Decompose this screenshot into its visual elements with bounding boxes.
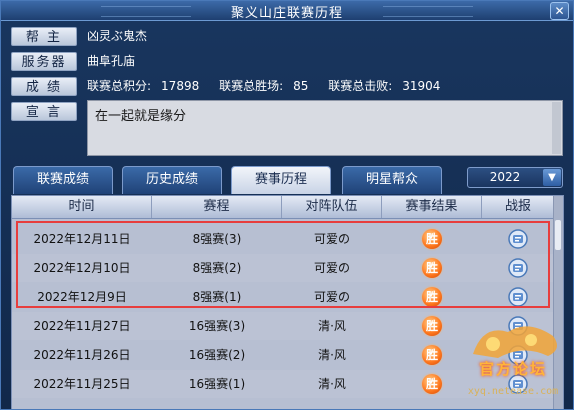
cell-time: 2022年12月11日 (33, 232, 131, 246)
cell-time: 2022年12月9日 (37, 290, 127, 304)
header-report: 战报 (504, 199, 531, 214)
cell-round: 16强赛(1) (188, 377, 246, 391)
win-badge: 胜 (422, 345, 442, 365)
cell-opponent: 清·风 (318, 319, 346, 333)
header-opponent: 对阵队伍 (282, 196, 382, 218)
cell-report (482, 341, 554, 369)
cell-time: 2022年11月25日 (33, 377, 131, 391)
win-badge: 胜 (422, 316, 442, 336)
table-scrollbar[interactable] (553, 196, 563, 409)
leader-label: 帮 主 (11, 27, 77, 46)
table-header: 时间 赛程 对阵队伍 赛事结果 战报 (12, 196, 554, 219)
server-label: 服务器 (11, 52, 77, 71)
year-select[interactable]: 2022 ▼ (467, 167, 563, 188)
win-badge: 胜 (422, 229, 442, 249)
server-value: 曲阜孔庙 (87, 54, 136, 68)
cell-report (482, 312, 554, 340)
declaration-text: 在一起就是缘分 (95, 109, 187, 124)
total-points-label: 联赛总积分: (87, 79, 152, 93)
cell-result: 胜 (382, 254, 482, 282)
cell-time: 2022年11月26日 (33, 348, 131, 362)
table-scrollbar-thumb[interactable] (555, 220, 561, 250)
tab-star-members[interactable]: 明星帮众 (342, 166, 442, 194)
cell-opponent: 可爱の (313, 290, 350, 304)
cell-time: 2022年11月27日 (33, 319, 131, 333)
table-row[interactable]: 2022年12月9日 8强赛(1) 可爱の 胜 (12, 283, 554, 311)
declaration-box: 在一起就是缘分 (87, 100, 563, 156)
total-kills-value: 31904 (402, 79, 441, 93)
battle-report-icon[interactable] (508, 287, 528, 307)
battle-report-icon[interactable] (508, 229, 528, 249)
chevron-down-icon[interactable]: ▼ (543, 169, 561, 186)
total-wins-value: 85 (293, 79, 309, 93)
cell-round: 16强赛(2) (188, 348, 246, 362)
cell-round: 8强赛(2) (192, 261, 242, 275)
cell-round: 16强赛(3) (188, 319, 246, 333)
table-row[interactable]: 2022年11月26日 16强赛(2) 清·风 胜 (12, 341, 554, 369)
tab-history-results[interactable]: 历史成绩 (122, 166, 222, 194)
cell-report (482, 283, 554, 311)
cell-opponent: 可爱の (313, 261, 350, 275)
cell-opponent: 可爱の (313, 232, 350, 246)
cell-time: 2022年12月10日 (33, 261, 131, 275)
cell-result: 胜 (382, 341, 482, 369)
win-badge: 胜 (422, 374, 442, 394)
total-points-value: 17898 (161, 79, 200, 93)
close-icon: ✕ (554, 4, 565, 18)
tab-match-history[interactable]: 赛事历程 (231, 166, 331, 194)
score-line: 联赛总积分: 17898 联赛总胜场: 85 联赛总击败: 31904 (87, 77, 450, 96)
battle-report-icon[interactable] (508, 345, 528, 365)
total-kills-label: 联赛总击败: (328, 79, 393, 93)
cell-round: 8强赛(1) (192, 290, 242, 304)
table-row[interactable]: 2022年12月11日 8强赛(3) 可爱の 胜 (12, 225, 554, 253)
table-row[interactable]: 2022年11月25日 16强赛(1) 清·风 胜 (12, 370, 554, 398)
declaration-label: 宣 言 (11, 102, 77, 121)
cell-result: 胜 (382, 225, 482, 253)
table-row[interactable]: 2022年11月27日 16强赛(3) 清·风 胜 (12, 312, 554, 340)
match-table: 时间 赛程 对阵队伍 赛事结果 战报 2022年12月11日 8强赛(3) 可爱の胜… (11, 195, 564, 409)
cell-report (482, 254, 554, 282)
battle-report-icon[interactable] (508, 258, 528, 278)
window-title: 聚义山庄联赛历程 (230, 6, 343, 21)
cell-result: 胜 (382, 283, 482, 311)
header-result: 赛事结果 (382, 196, 482, 218)
cell-result: 胜 (382, 312, 482, 340)
close-button[interactable]: ✕ (550, 2, 569, 20)
cell-round: 8强赛(3) (192, 232, 242, 246)
cell-result: 胜 (382, 370, 482, 398)
score-label: 成 绩 (11, 77, 77, 96)
title-bar: 聚义山庄联赛历程 ✕ (1, 1, 573, 21)
header-time: 时间 (12, 196, 152, 218)
win-badge: 胜 (422, 287, 442, 307)
table-row[interactable]: 2022年12月10日 8强赛(2) 可爱の 胜 (12, 254, 554, 282)
total-wins-label: 联赛总胜场: (219, 79, 284, 93)
cell-opponent: 清·风 (318, 377, 346, 391)
battle-report-icon[interactable] (508, 316, 528, 336)
cell-report (482, 370, 554, 398)
league-history-window: 聚义山庄联赛历程 ✕ 帮 主 凶灵ぶ鬼杰 服务器 曲阜孔庙 成 绩 联赛总积分:… (0, 0, 574, 410)
year-select-value: 2022 (489, 170, 521, 184)
leader-value: 凶灵ぶ鬼杰 (87, 29, 148, 43)
win-badge: 胜 (422, 258, 442, 278)
tab-league-results[interactable]: 联赛成绩 (13, 166, 113, 194)
declaration-scrollbar[interactable] (552, 102, 561, 154)
cell-report (482, 225, 554, 253)
cell-opponent: 清·风 (318, 348, 346, 362)
header-round: 赛程 (152, 196, 282, 218)
battle-report-icon[interactable] (508, 374, 528, 394)
